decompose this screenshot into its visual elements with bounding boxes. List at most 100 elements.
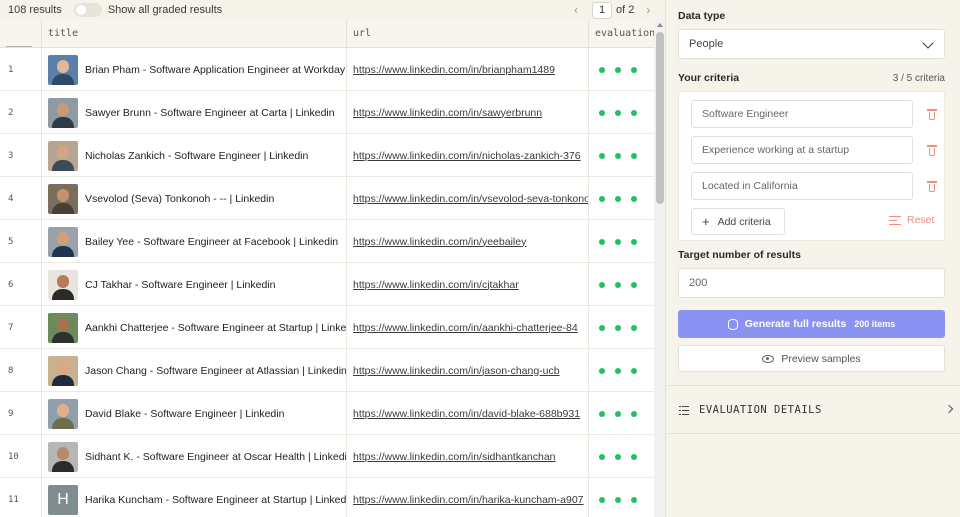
table-row[interactable]: 7 Aankhi Chatterjee - Software Engineer a… [0,306,654,349]
title-cell[interactable]: Sidhant K. - Software Engineer at Oscar … [42,435,347,478]
profile-url-link[interactable]: https://www.linkedin.com/in/sidhantkanch… [353,451,556,463]
title-cell[interactable]: David Blake - Software Engineer | Linked… [42,392,347,435]
reset-button[interactable]: Reset [889,214,934,226]
avatar [48,54,78,85]
title-cell[interactable]: Vsevolod (Seva) Tonkonoh - -- | Linkedin [42,177,347,220]
next-page-icon[interactable]: › [642,3,654,17]
table-row[interactable]: 4 Vsevolod (Seva) Tonkonoh - -- | Linkedi… [0,177,654,220]
url-cell: https://www.linkedin.com/in/sawyerbrunn [347,91,589,134]
divider [667,433,960,434]
evaluation-pass-dot [615,496,621,503]
generate-label: Generate full results [744,318,847,330]
avatar [48,140,78,171]
avatar [48,312,78,343]
delete-criteria-3-icon[interactable] [927,181,937,192]
row-index: 5 [0,220,42,263]
evaluation-cell[interactable] [589,392,654,435]
table-row[interactable]: 11 H Harika Kuncham - Software Engineer at… [0,478,654,517]
evaluation-cell[interactable] [589,306,654,349]
profile-url-link[interactable]: https://www.linkedin.com/in/david-blake-… [353,408,580,420]
page-number-input[interactable]: 1 [592,1,612,19]
add-criteria-button[interactable]: + Add criteria [691,208,785,235]
target-results-label: Target number of results [678,249,801,261]
prev-page-icon[interactable]: ‹ [570,3,582,17]
url-cell: https://www.linkedin.com/in/aankhi-chatt… [347,306,589,349]
title-cell[interactable]: Nicholas Zankich - Software Engineer | L… [42,134,347,177]
title-cell[interactable]: Aankhi Chatterjee - Software Engineer at… [42,306,347,349]
table-row[interactable]: 2 Sawyer Brunn - Software Engineer at Car… [0,91,654,134]
plus-icon: + [702,214,710,229]
table-row[interactable]: 5 Bailey Yee - Software Engineer at Faceb… [0,220,654,263]
evaluation-cell[interactable] [589,177,654,220]
evaluation-details-section[interactable]: EVALUATION DETAILS [667,387,960,433]
delete-criteria-2-icon[interactable] [927,145,937,156]
table-row[interactable]: 8 Jason Chang - Software Engineer at Atla… [0,349,654,392]
show-all-graded-toggle[interactable] [73,3,102,17]
data-type-select[interactable]: People [678,29,945,59]
row-index: 9 [0,392,42,435]
target-results-input[interactable]: 200 [678,268,945,298]
column-header-title[interactable]: title [42,20,347,48]
profile-url-link[interactable]: https://www.linkedin.com/in/cjtakhar [353,279,519,291]
generate-full-results-button[interactable]: Generate full results 200 items [678,310,945,338]
column-header-url[interactable]: url [347,20,589,48]
evaluation-cell[interactable] [589,478,654,517]
row-index: 10 [0,435,42,478]
profile-url-link[interactable]: https://www.linkedin.com/in/sawyerbrunn [353,107,542,119]
evaluation-cell[interactable] [589,134,654,177]
profile-title: Jason Chang - Software Engineer at Atlas… [85,364,347,377]
evaluation-pass-dot [599,109,605,116]
scroll-up-icon[interactable] [657,23,663,27]
profile-url-link[interactable]: https://www.linkedin.com/in/yeebailey [353,236,526,248]
table-row[interactable]: 10 Sidhant K. - Software Engineer at Osca… [0,435,654,478]
results-toolbar: 108 results Show all graded results [0,0,665,20]
profile-url-link[interactable]: https://www.linkedin.com/in/vsevolod-sev… [353,193,588,205]
evaluation-cell[interactable] [589,435,654,478]
evaluation-pass-dot [599,453,605,460]
title-cell[interactable]: Bailey Yee - Software Engineer at Facebo… [42,220,347,263]
title-cell[interactable]: Brian Pham - Software Application Engine… [42,48,347,91]
evaluation-cell[interactable] [589,48,654,91]
table-scrollbar[interactable] [654,20,665,517]
data-type-label: Data type [678,10,726,22]
profile-url-link[interactable]: https://www.linkedin.com/in/jason-chang-… [353,365,560,377]
profile-url-link[interactable]: https://www.linkedin.com/in/harika-kunch… [353,494,584,506]
profile-title: Nicholas Zankich - Software Engineer | L… [85,149,309,162]
profile-title: Aankhi Chatterjee - Software Engineer at… [85,321,347,334]
criteria-list: Software Engineer Experience working at … [678,91,945,241]
title-cell[interactable]: CJ Takhar - Software Engineer | Linkedin [42,263,347,306]
table-row[interactable]: 1 Brian Pham - Software Application Engin… [0,48,654,91]
table-row[interactable]: 9 David Blake - Software Engineer | Linke… [0,392,654,435]
scroll-thumb[interactable] [656,32,664,204]
delete-criteria-1-icon[interactable] [927,109,937,120]
profile-url-link[interactable]: https://www.linkedin.com/in/brianpham148… [353,64,555,76]
evaluation-cell[interactable] [589,349,654,392]
evaluation-cell[interactable] [589,91,654,134]
evaluation-pass-dot [615,195,621,202]
criteria-input-2[interactable]: Experience working at a startup [691,136,913,164]
evaluation-pass-dot [631,410,637,417]
title-cell[interactable]: Sawyer Brunn - Software Engineer at Cart… [42,91,347,134]
profile-url-link[interactable]: https://www.linkedin.com/in/nicholas-zan… [353,150,581,162]
criteria-input-3[interactable]: Located in California [691,172,913,200]
evaluation-pass-dot [615,109,621,116]
url-cell: https://www.linkedin.com/in/jason-chang-… [347,349,589,392]
url-cell: https://www.linkedin.com/in/brianpham148… [347,48,589,91]
evaluation-pass-dot [615,367,621,374]
title-cell[interactable]: Jason Chang - Software Engineer at Atlas… [42,349,347,392]
profile-url-link[interactable]: https://www.linkedin.com/in/aankhi-chatt… [353,322,578,334]
title-cell[interactable]: H Harika Kuncham - Software Engineer at S… [42,478,347,517]
evaluation-cell[interactable] [589,263,654,306]
page-total: of 2 [616,4,635,16]
preview-samples-button[interactable]: Preview samples [678,345,945,372]
evaluation-pass-dot [599,281,605,288]
criteria-input-1[interactable]: Software Engineer [691,100,913,128]
evaluation-cell[interactable] [589,220,654,263]
table-row[interactable]: 3 Nicholas Zankich - Software Engineer | … [0,134,654,177]
chevron-right-icon [944,404,954,414]
evaluation-pass-dot [599,324,605,331]
column-header-evaluation[interactable]: evaluation [589,20,654,48]
evaluation-pass-dot [599,496,605,503]
table-header: title url evaluation [0,20,654,48]
table-row[interactable]: 6 CJ Takhar - Software Engineer | Linkedi… [0,263,654,306]
